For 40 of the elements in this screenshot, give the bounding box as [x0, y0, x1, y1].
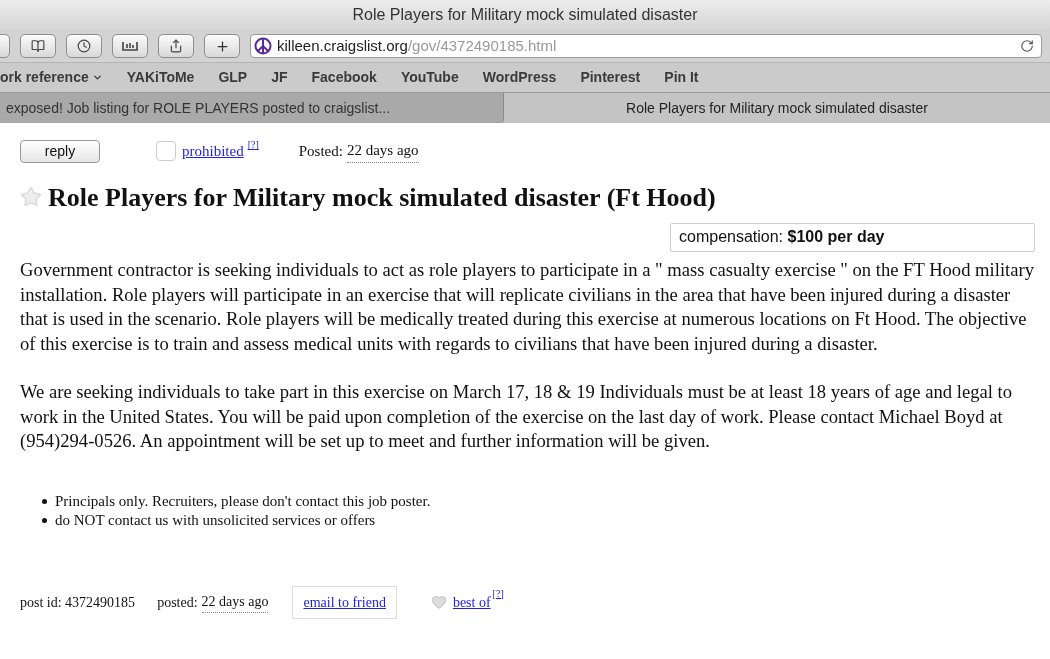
bookmark-item[interactable]: Pin It: [664, 67, 699, 88]
bookmark-item[interactable]: Pinterest: [580, 67, 641, 88]
prohibited-link[interactable]: prohibited: [182, 139, 244, 163]
flag-checkbox[interactable]: [156, 141, 176, 161]
help-link[interactable]: [?]: [492, 585, 504, 601]
bookmark-item[interactable]: Facebook: [311, 67, 377, 88]
bookmark-item[interactable]: WordPress: [482, 67, 557, 88]
star-icon[interactable]: [20, 186, 42, 208]
help-link[interactable]: [?]: [247, 137, 259, 152]
browser-tab[interactable]: Role Players for Military mock simulated disaster: [504, 93, 1050, 123]
best-of-link[interactable]: best of: [452, 591, 491, 613]
window-title: Role Players for Military mock simulated disaster: [352, 5, 698, 25]
reload-icon[interactable]: [1020, 39, 1034, 53]
bullet-icon: [42, 498, 47, 504]
peace-icon: [254, 37, 272, 55]
bookmark-item[interactable]: YAKiToMe: [126, 67, 195, 88]
add-icon[interactable]: [204, 34, 240, 58]
posted-label: posted:: [157, 593, 198, 612]
reply-button[interactable]: reply: [20, 139, 100, 163]
email-link[interactable]: email to friend: [292, 585, 397, 619]
share-icon[interactable]: [158, 34, 194, 58]
bullet-icon: [42, 517, 47, 523]
address-field[interactable]: killeen.craigslist.org/gov/4372490185.html: [250, 34, 1042, 58]
browser-tab[interactable]: exposed! Job listing for ROLE PLAYERS posted to craigslist...: [0, 93, 504, 123]
posted-time: 22 days ago: [201, 591, 269, 613]
notice-text: do NOT contact us with unsolicited services or offers: [55, 510, 376, 530]
bookmark-item[interactable]: ork reference: [0, 67, 103, 88]
posted-label: Posted:: [298, 141, 343, 161]
body-paragraph: We are seeking individuals to take part in this exercise on March 17, 18 & 19 Individuals must be at least 18 years of age and legal to work in the United States. You will be paid upon completion of the exercise on the last day of work. Please contact Michael Boyd at (954)294-0526. An appointment will be set up to meet and further information will be given.: [20, 380, 1013, 453]
compensation-box: compensation: $100 per day: [670, 223, 1035, 252]
url-text: killeen.craigslist.org/gov/4372490185.html: [277, 35, 557, 56]
posted-time: 22 days ago: [346, 139, 419, 163]
bookmark-item[interactable]: YouTube: [400, 67, 459, 88]
body-paragraph: Government contractor is seeking individuals to act as role players to participate in a " mass casualty exercise " on the FT Hood military installation. Role players will participate in an exercise that will replicate civilians in the area that have been injured during a disaster that is used in the scenario. Role players will be medically treated during this exercise at numerous locations on Ft Hood. The objective of this exercise is to train and assess medical units with regards to civilians that have been injured during a disaster.: [20, 258, 1035, 356]
post-title: Role Players for Military mock simulated disaster (Ft Hood): [48, 181, 716, 214]
clock-icon[interactable]: [66, 34, 102, 58]
notice-text: Principals only. Recruiters, please don't contact this job poster.: [55, 491, 431, 511]
bookmark-item[interactable]: GLP: [218, 67, 248, 88]
bookmark-item[interactable]: JF: [271, 67, 288, 88]
post-id: post id: 4372490185: [20, 593, 136, 612]
